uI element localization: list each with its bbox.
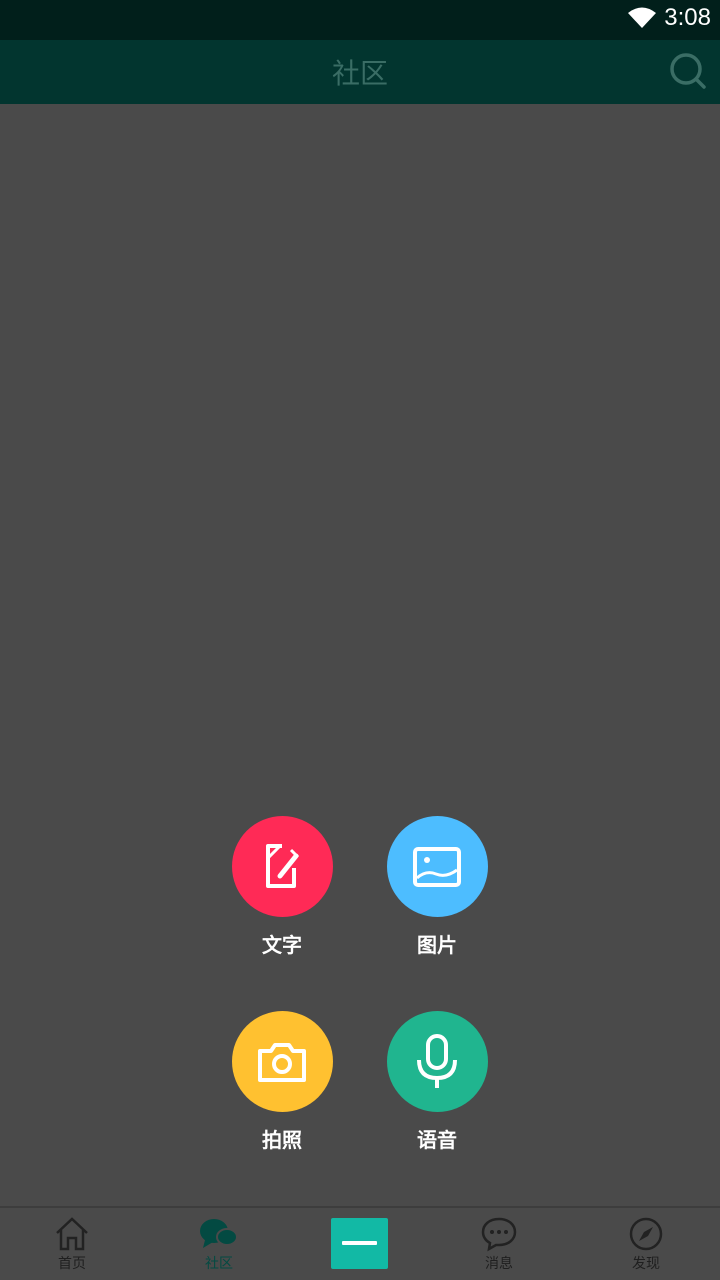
message-icon bbox=[481, 1217, 517, 1252]
nav-label-messages: 消息 bbox=[485, 1256, 513, 1272]
minus-icon bbox=[342, 1241, 377, 1245]
publish-toggle-button[interactable] bbox=[331, 1218, 388, 1269]
image-action-circle bbox=[386, 816, 488, 917]
text-action-label: 文字 bbox=[262, 933, 302, 957]
nav-item-messages[interactable]: 消息 bbox=[449, 1208, 549, 1280]
voice-action-circle bbox=[386, 1011, 488, 1112]
nav-item-discover[interactable]: 发现 bbox=[596, 1208, 696, 1280]
wifi-icon bbox=[628, 7, 656, 28]
nav-label-discover: 发现 bbox=[632, 1256, 660, 1272]
photo-action-label: 拍照 bbox=[262, 1128, 302, 1152]
text-action-circle bbox=[231, 816, 333, 917]
nav-label-home: 首页 bbox=[58, 1256, 86, 1272]
page-title: 社区 bbox=[331, 57, 388, 90]
photo-action-circle bbox=[231, 1011, 333, 1112]
status-bar: 3:08 bbox=[0, 0, 720, 40]
status-time: 3:08 bbox=[664, 4, 711, 31]
compass-icon bbox=[629, 1217, 663, 1251]
camera-icon bbox=[258, 1042, 306, 1082]
post-text-button[interactable]: 文字 bbox=[217, 816, 347, 958]
microphone-icon bbox=[417, 1033, 457, 1088]
voice-action-label: 语音 bbox=[417, 1128, 457, 1152]
home-icon bbox=[56, 1217, 88, 1251]
post-image-button[interactable]: 图片 bbox=[372, 816, 502, 958]
nav-item-home[interactable]: 首页 bbox=[22, 1208, 122, 1280]
overlay-backdrop[interactable]: 文字 图片 拍照 语音 bbox=[0, 104, 720, 1206]
nav-label-community: 社区 bbox=[205, 1256, 233, 1272]
image-icon bbox=[413, 846, 461, 887]
record-voice-button[interactable]: 语音 bbox=[372, 1011, 502, 1153]
nav-item-community[interactable]: 社区 bbox=[169, 1208, 269, 1280]
bottom-nav: 首页 社区 消息 发现 bbox=[0, 1206, 720, 1280]
take-photo-button[interactable]: 拍照 bbox=[217, 1011, 347, 1153]
chat-bubbles-icon bbox=[200, 1219, 238, 1248]
app-header: 社区 bbox=[0, 40, 720, 104]
image-action-label: 图片 bbox=[417, 933, 457, 957]
search-icon[interactable] bbox=[668, 51, 708, 91]
edit-icon bbox=[266, 843, 300, 888]
